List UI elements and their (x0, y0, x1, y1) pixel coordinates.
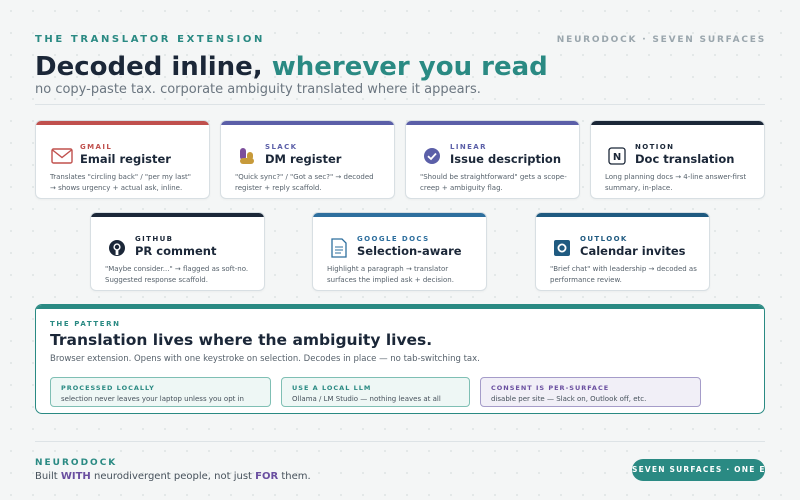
card-desc: "Should be straightforward" gets a scope… (420, 173, 567, 192)
card-google-docs[interactable]: GOOGLE DOCS Selection-aware Highlight a … (312, 212, 487, 291)
card-accent-bar (313, 213, 486, 217)
pattern-title: Translation lives where the ambiguity li… (50, 331, 433, 349)
card-name: DM register (265, 152, 342, 166)
chip-processed-locally: PROCESSED LOCALLY selection never leaves… (50, 377, 271, 407)
pattern-eyebrow: THE PATTERN (50, 320, 121, 328)
eyebrow: THE TRANSLATOR EXTENSION (35, 34, 265, 45)
github-icon (105, 237, 129, 259)
chip-text: disable per site — Slack on, Outlook off… (491, 395, 647, 403)
card-outlook[interactable]: OUTLOOK Calendar invites "Brief chat" wi… (535, 212, 710, 291)
header-divider (35, 104, 765, 105)
title-accent: wherever you read (271, 52, 548, 82)
card-gmail[interactable]: GMAIL Email register Translates "circlin… (35, 120, 210, 199)
card-notion[interactable]: N NOTION Doc translation Long planning d… (590, 120, 765, 199)
footer-divider (35, 441, 765, 442)
card-accent-bar (36, 121, 209, 125)
card-accent-bar (406, 121, 579, 125)
pattern-accent-bar (36, 305, 764, 309)
seven-surfaces-pill[interactable]: SEVEN SURFACES · ONE EXT (632, 459, 765, 481)
notion-icon: N (605, 145, 629, 167)
outlook-icon (550, 237, 574, 259)
page-title: Decoded inline, wherever you read (35, 52, 548, 82)
card-label: GMAIL (80, 143, 113, 151)
chip-consent: CONSENT IS PER-SURFACE disable per site … (480, 377, 701, 407)
card-desc: "Quick sync?" / "Got a sec?" → decoded r… (235, 173, 374, 192)
pattern-panel: THE PATTERN Translation lives where the … (35, 304, 765, 414)
check-circle-icon (420, 145, 444, 167)
card-label: GITHUB (135, 235, 174, 243)
chip-text: Ollama / LM Studio — nothing leaves at a… (292, 395, 441, 403)
card-accent-bar (91, 213, 264, 217)
tagline-with: WITH (60, 471, 91, 482)
page-subtitle: no copy-paste tax. corporate ambiguity t… (35, 82, 481, 97)
card-desc: "Maybe consider..." → flagged as soft-no… (105, 265, 249, 284)
card-name: Email register (80, 152, 171, 166)
tagline-for: FOR (255, 471, 279, 482)
chip-local-llm: USE A LOCAL LLM Ollama / LM Studio — not… (281, 377, 470, 407)
card-name: Issue description (450, 152, 562, 166)
card-linear[interactable]: LINEAR Issue description "Should be stra… (405, 120, 580, 199)
mail-icon (50, 145, 74, 167)
card-desc: "Brief chat" with leadership → decoded a… (550, 265, 697, 284)
card-label: SLACK (265, 143, 298, 151)
card-accent-bar (591, 121, 764, 125)
tagline-part: them. (278, 471, 311, 482)
card-label: LINEAR (450, 143, 487, 151)
card-name: Selection-aware (357, 244, 462, 258)
footer-tagline: Built WITH neurodivergent people, not ju… (35, 471, 311, 482)
card-slack[interactable]: SLACK DM register "Quick sync?" / "Got a… (220, 120, 395, 199)
card-label: OUTLOOK (580, 235, 628, 243)
tagline-part: Built (35, 471, 61, 482)
card-name: Calendar invites (580, 244, 686, 258)
chip-text: selection never leaves your laptop unles… (61, 395, 244, 403)
card-accent-bar (536, 213, 709, 217)
card-github[interactable]: GITHUB PR comment "Maybe consider..." → … (90, 212, 265, 291)
card-desc: Translates "circling back" / "per my las… (50, 173, 192, 192)
chip-label: CONSENT IS PER-SURFACE (491, 384, 610, 392)
card-label: NOTION (635, 143, 675, 151)
card-desc: Highlight a paragraph → translator surfa… (327, 265, 454, 284)
brand-label: NEURODOCK · SEVEN SURFACES (556, 35, 766, 45)
card-name: Doc translation (635, 152, 735, 166)
slack-icon (235, 145, 259, 167)
card-desc: Long planning docs → 4-line answer-first… (605, 173, 747, 192)
svg-text:N: N (613, 152, 621, 163)
chip-label: USE A LOCAL LLM (292, 384, 372, 392)
tagline-part: neurodivergent people, not just (90, 471, 256, 482)
title-main: Decoded inline, (35, 52, 272, 82)
card-label: GOOGLE DOCS (357, 235, 430, 243)
footer-brand: NEURODOCK (35, 458, 118, 468)
card-name: PR comment (135, 244, 217, 258)
chip-label: PROCESSED LOCALLY (61, 384, 155, 392)
pattern-desc: Browser extension. Opens with one keystr… (50, 354, 480, 364)
document-icon (327, 237, 351, 259)
card-accent-bar (221, 121, 394, 125)
